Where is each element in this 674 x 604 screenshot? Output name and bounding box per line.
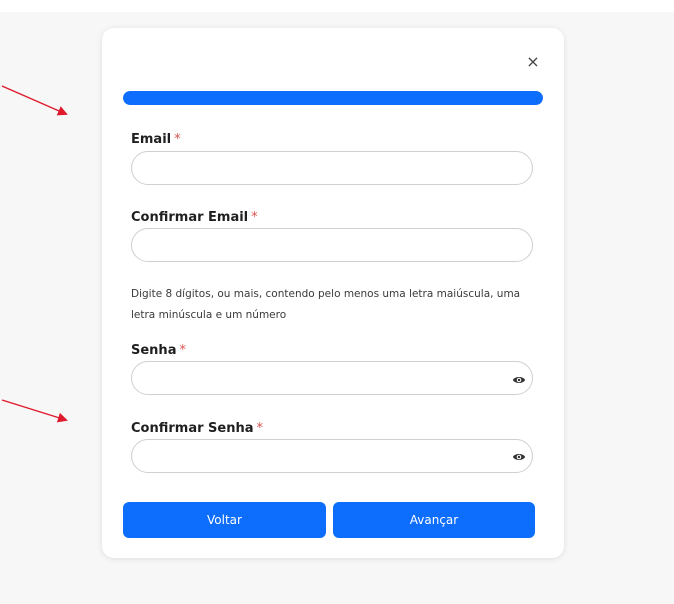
password-input[interactable] (131, 361, 533, 395)
progress-bar (123, 91, 543, 105)
annotation-arrow-progress (1, 85, 68, 116)
email-label-text: Email (131, 132, 172, 147)
confirm-password-input[interactable] (131, 439, 533, 473)
next-button[interactable]: Avançar (333, 502, 535, 538)
required-marker: * (256, 421, 264, 436)
confirm-password-label-text: Confirmar Senha (131, 421, 254, 436)
email-label: Email * (131, 132, 181, 147)
confirm-email-label-text: Confirmar Email (131, 210, 249, 225)
confirm-email-label: Confirmar Email * (131, 210, 258, 225)
eye-icon[interactable] (512, 373, 526, 387)
confirm-password-label: Confirmar Senha * (131, 421, 263, 436)
password-hint: Digite 8 dígitos, ou mais, contendo pelo… (131, 288, 521, 321)
password-label: Senha * (131, 343, 186, 358)
annotation-arrow-password (1, 399, 68, 423)
required-marker: * (251, 210, 258, 225)
back-button[interactable]: Voltar (123, 502, 326, 538)
required-marker: * (179, 343, 186, 358)
password-label-text: Senha (131, 343, 177, 358)
email-input[interactable] (131, 151, 533, 185)
close-icon[interactable]: × (524, 52, 542, 71)
confirm-email-input[interactable] (131, 228, 533, 262)
progress-bar-fill (123, 91, 543, 105)
signup-dialog: × Email * Confirmar Email * Digite 8 dígit… (102, 28, 564, 558)
page-top-band (0, 0, 674, 12)
eye-icon[interactable] (512, 450, 526, 464)
required-marker: * (174, 132, 181, 147)
